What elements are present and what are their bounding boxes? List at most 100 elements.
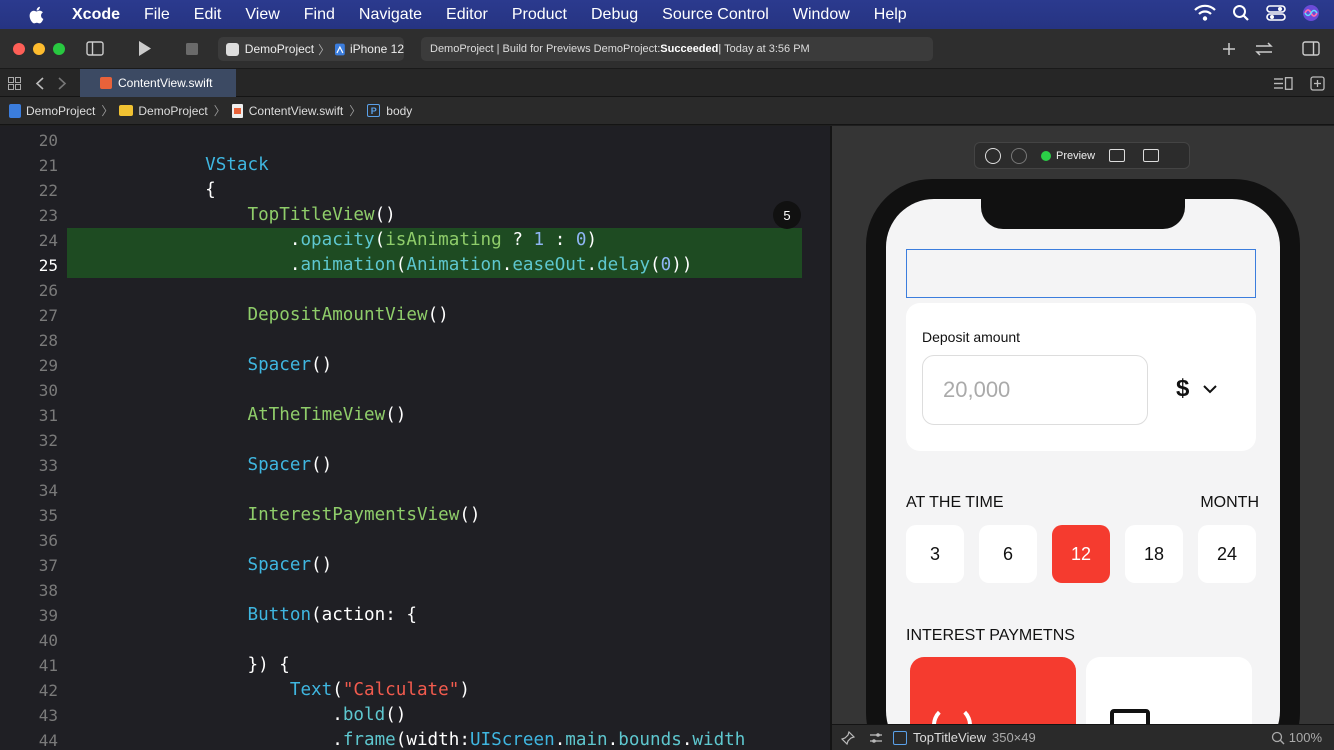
iphone-frame: Deposit amount 20,000 $ AT THE TIME MONT… <box>866 179 1300 724</box>
inspector-toggle-icon[interactable] <box>1302 41 1320 56</box>
breadcrumb-label: ContentView.swift <box>248 103 344 118</box>
menu-debug[interactable]: Debug <box>591 6 638 24</box>
month-option-18[interactable]: 18 <box>1125 525 1183 583</box>
search-icon[interactable] <box>1232 4 1250 22</box>
breadcrumb-project[interactable]: DemoProject <box>9 103 95 118</box>
month-option-24[interactable]: 24 <box>1198 525 1256 583</box>
breadcrumb-symbol[interactable]: P body <box>367 104 412 118</box>
interest-option-card[interactable] <box>1086 657 1252 724</box>
menu-product[interactable]: Product <box>512 6 567 24</box>
code-line: 35 InterestPaymentsView() <box>38 505 481 525</box>
breadcrumb-folder[interactable]: DemoProject <box>119 103 208 118</box>
back-arrow-icon[interactable] <box>35 77 45 90</box>
code-line: 39 Button(action: { <box>38 605 417 625</box>
device-settings-icon[interactable] <box>1011 147 1027 164</box>
selected-top-title-view[interactable] <box>906 249 1256 298</box>
plus-icon[interactable] <box>1222 42 1236 56</box>
month-option-3[interactable]: 3 <box>906 525 964 583</box>
toolbar: DemoProject 〉 iPhone 12 DemoProject | Bu… <box>0 29 1334 69</box>
code-line: 42 Text("Calculate") <box>38 680 470 700</box>
code-line: 27 DepositAmountView() <box>38 305 449 325</box>
sliders-icon[interactable] <box>869 731 883 745</box>
project-icon <box>9 103 21 118</box>
menu-help[interactable]: Help <box>874 6 907 24</box>
tab-bar: ContentView.swift <box>0 69 1334 97</box>
selected-component-name: TopTitleView <box>913 730 986 745</box>
control-center-icon[interactable] <box>1266 4 1286 22</box>
wifi-icon[interactable] <box>1194 4 1216 22</box>
add-editor-icon[interactable] <box>1310 76 1325 91</box>
code-line: 40 <box>38 631 58 650</box>
app-target-icon <box>226 42 239 56</box>
code-line: 29 Spacer() <box>38 355 333 375</box>
canvas-bottom-bar: TopTitleView 350×49 100% <box>832 724 1334 750</box>
live-preview-icon[interactable] <box>985 147 1001 164</box>
chevron-down-icon[interactable] <box>1202 381 1218 397</box>
run-button-icon[interactable] <box>138 40 152 57</box>
interest-option-card[interactable] <box>910 657 1076 724</box>
minimize-window-button[interactable] <box>33 43 45 55</box>
menu-app-name[interactable]: Xcode <box>72 6 120 24</box>
menu-edit[interactable]: Edit <box>194 6 222 24</box>
currency-selector[interactable]: $ <box>1176 375 1189 403</box>
month-option-12[interactable]: 12 <box>1052 525 1110 583</box>
menu-view[interactable]: View <box>245 6 279 24</box>
siri-icon[interactable] <box>1302 4 1320 22</box>
code-line: 34 <box>38 481 58 500</box>
close-window-button[interactable] <box>13 43 25 55</box>
grid-icon[interactable] <box>8 77 21 90</box>
refresh-icon <box>932 705 972 724</box>
status-icons <box>1194 4 1320 22</box>
menu-file[interactable]: File <box>144 6 170 24</box>
menu-editor[interactable]: Editor <box>446 6 488 24</box>
preview-canvas: Preview Deposit amount 20,000 $ AT THE T… <box>832 126 1334 724</box>
swift-file-icon <box>100 77 112 89</box>
duplicate-preview-icon[interactable] <box>1143 149 1160 162</box>
code-line: 24 .opacity(isAnimating ? 1 : 0) <box>38 230 598 250</box>
code-line: 33 Spacer() <box>38 455 333 475</box>
breadcrumb-file[interactable]: ContentView.swift <box>231 103 344 118</box>
swap-arrows-icon[interactable] <box>1254 42 1274 56</box>
menu-source-control[interactable]: Source Control <box>662 6 769 24</box>
code-line: 31 AtTheTimeView() <box>38 405 407 425</box>
source-editor[interactable]: 5 20 21 VStack 22 { 23 TopTitleView() 24… <box>0 126 830 750</box>
scheme-selector[interactable]: DemoProject 〉 iPhone 12 <box>218 37 404 61</box>
zoom-control[interactable]: 100% <box>1271 730 1322 745</box>
menu-window[interactable]: Window <box>793 6 850 24</box>
code-line: 30 <box>38 381 58 400</box>
menu-find[interactable]: Find <box>304 6 335 24</box>
zoom-window-button[interactable] <box>53 43 65 55</box>
card-icon <box>1110 709 1150 724</box>
device-preview-icon[interactable] <box>1109 149 1126 162</box>
zoom-icon <box>1271 731 1285 744</box>
jump-bar: DemoProject 〉 DemoProject 〉 ContentView.… <box>0 97 1334 125</box>
editor-options-icon[interactable] <box>1273 77 1293 90</box>
tab-contentview-swift[interactable]: ContentView.swift <box>80 69 236 97</box>
folder-icon <box>119 105 134 116</box>
forward-arrow-icon[interactable] <box>57 77 67 90</box>
interest-payments-title: INTEREST PAYMETNS <box>906 627 1075 644</box>
pin-icon[interactable] <box>841 730 855 745</box>
stop-button-icon[interactable] <box>186 43 198 55</box>
code-line: 21 VStack <box>38 155 269 175</box>
code-line: 32 <box>38 431 58 450</box>
deposit-amount-field[interactable]: 20,000 <box>922 355 1148 425</box>
code-line: 36 <box>38 531 58 550</box>
apple-logo-icon[interactable] <box>26 4 48 26</box>
chevron-right-icon: 〉 <box>349 104 362 118</box>
chevron-right-icon: 〉 <box>213 104 226 118</box>
month-title: MONTH <box>1200 494 1259 511</box>
preview-label[interactable]: Preview <box>1056 150 1095 162</box>
tab-label: ContentView.swift <box>118 76 213 90</box>
breadcrumb-label: DemoProject <box>138 103 208 118</box>
menu-navigate[interactable]: Navigate <box>359 6 422 24</box>
device-name: iPhone 12 <box>349 42 404 56</box>
property-icon: P <box>367 104 381 117</box>
code-line: 23 TopTitleView() <box>38 205 396 225</box>
activity-prefix: DemoProject | Build for Previews DemoPro… <box>430 43 661 55</box>
code-line: 41 }) { <box>38 655 290 675</box>
sidebar-toggle-icon[interactable] <box>86 41 104 56</box>
at-the-time-title: AT THE TIME <box>906 494 1004 511</box>
code-line: 25 .animation(Animation.easeOut.delay(0)… <box>38 255 693 275</box>
month-option-6[interactable]: 6 <box>979 525 1037 583</box>
